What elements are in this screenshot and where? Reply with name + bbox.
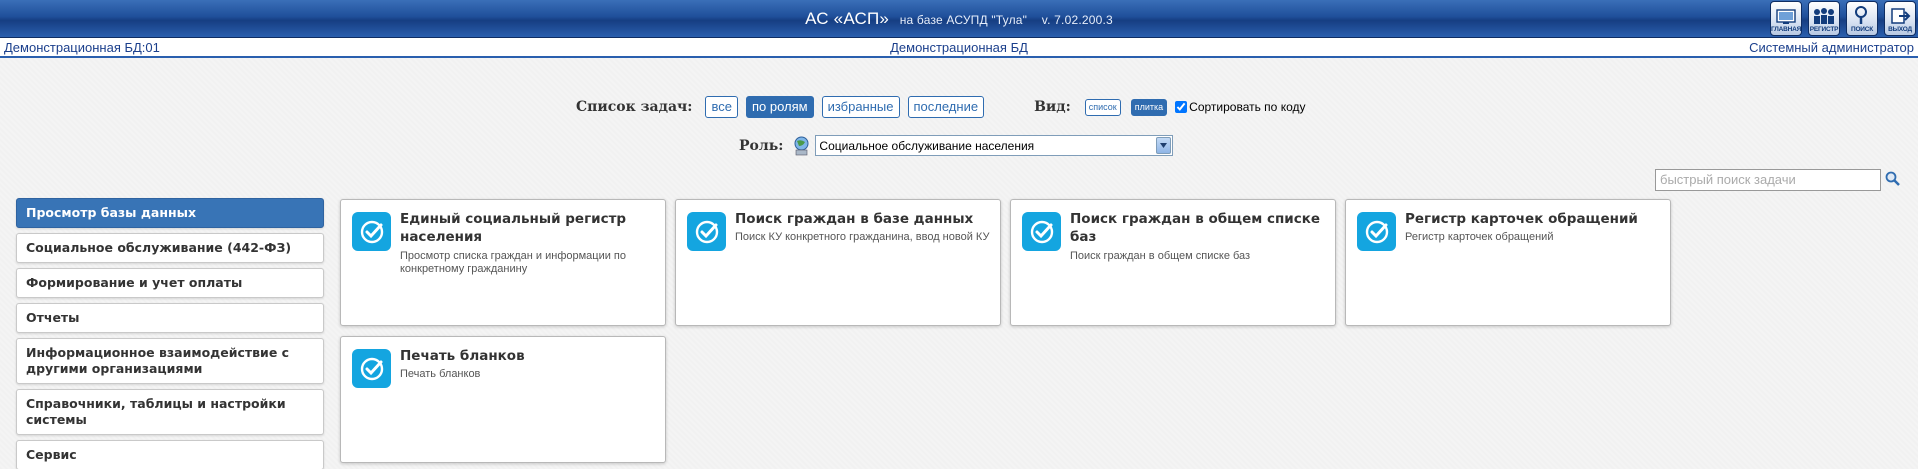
task-tile-description: Поиск граждан в общем списке баз xyxy=(1070,250,1251,262)
task-tile-title: Единый социальный регистр населения xyxy=(400,211,627,245)
task-tile-title: Поиск граждан в базе данных xyxy=(735,211,974,227)
quick-search-input[interactable]: быстрый поиск задачи xyxy=(1655,169,1881,191)
role-select[interactable]: Социальное обслуживание населения xyxy=(815,135,1174,156)
sort-by-code-checkbox[interactable] xyxy=(1175,101,1188,113)
sidebar-item-payments[interactable]: Формирование и учет оплаты xyxy=(16,268,324,298)
sidebar-item-references[interactable]: Справочники, таблицы и настройки системы xyxy=(16,389,324,435)
home-button-label: главная xyxy=(1770,26,1802,33)
app-title-main: АС «АСП» xyxy=(805,9,890,28)
database-name: Демонстрационная БД xyxy=(890,40,1028,55)
sort-by-code-label: Сортировать по коду xyxy=(1189,100,1306,114)
checkmark-icon xyxy=(1357,212,1396,251)
checkmark-icon xyxy=(1022,212,1061,251)
checkmark-icon xyxy=(687,212,726,251)
exit-button[interactable]: выход xyxy=(1884,1,1916,36)
exit-icon xyxy=(1891,8,1911,24)
filter-recent-button[interactable]: последние xyxy=(907,96,985,118)
view-label: Вид: xyxy=(1034,99,1071,115)
app-title: АС «АСП» на базе АСУПД "Тула" v. 7.02.20… xyxy=(0,9,1918,29)
home-button[interactable]: главная xyxy=(1770,1,1802,36)
task-tile-description: Просмотр списка граждан и информации по … xyxy=(400,250,626,275)
header-toolbar: главная регистр поиск выход xyxy=(1770,1,1916,36)
filter-by-roles-button[interactable]: по ролям xyxy=(745,96,814,118)
task-tile-description: Регистр карточек обращений xyxy=(1405,231,1554,243)
exit-button-label: выход xyxy=(1888,26,1912,33)
task-tile-title: Поиск граждан в общем списке баз xyxy=(1070,211,1321,245)
user-name: Системный администратор xyxy=(1749,40,1914,55)
sidebar-item-database-view[interactable]: Просмотр базы данных xyxy=(16,198,324,228)
role-row: Роль: Социальное обслуживание населения xyxy=(739,135,1174,156)
task-tile[interactable]: Поиск граждан в общем списке баз Поиск г… xyxy=(1010,199,1336,326)
task-tile-title: Регистр карточек обращений xyxy=(1405,211,1638,227)
sidebar-item-interaction[interactable]: Информационное взаимодействие с другими … xyxy=(16,338,324,384)
role-select-value: Социальное обслуживание населения xyxy=(819,138,1035,153)
checkmark-icon xyxy=(352,349,391,388)
task-tile-title: Печать бланков xyxy=(400,348,525,364)
search-icon[interactable] xyxy=(1885,171,1901,187)
task-tile-description: Поиск КУ конкретного гражданина, ввод но… xyxy=(735,231,990,243)
registry-icon xyxy=(1814,8,1834,24)
role-label: Роль: xyxy=(739,137,784,154)
sidebar-item-social-service[interactable]: Социальное обслуживание (442-ФЗ) xyxy=(16,233,324,263)
view-list-button[interactable]: список xyxy=(1084,98,1121,116)
task-tile[interactable]: Регистр карточек обращений Регистр карто… xyxy=(1345,199,1671,326)
info-bar: Демонстрационная БД:01 Демонстрационная … xyxy=(0,38,1918,58)
sidebar-item-reports[interactable]: Отчеты xyxy=(16,303,324,333)
category-sidebar: Просмотр базы данных Социальное обслужив… xyxy=(16,198,324,469)
task-tile[interactable]: Поиск граждан в базе данных Поиск КУ кон… xyxy=(675,199,1001,326)
search-button[interactable]: поиск xyxy=(1846,1,1878,36)
task-tile-description: Печать бланков xyxy=(400,368,481,380)
tasks-label: Список задач: xyxy=(576,99,693,115)
registry-button-label: регистр xyxy=(1809,26,1839,33)
home-icon xyxy=(1776,9,1796,24)
search-icon xyxy=(1855,6,1867,24)
chevron-down-icon[interactable] xyxy=(1156,137,1172,154)
task-tile[interactable]: Единый социальный регистр населения Прос… xyxy=(340,199,666,326)
role-globe-icon xyxy=(794,136,809,155)
filter-favorites-button[interactable]: избранные xyxy=(821,96,900,118)
sidebar-item-service[interactable]: Сервис xyxy=(16,440,324,469)
filter-all-button[interactable]: все xyxy=(705,96,738,118)
task-tile[interactable]: Печать бланков Печать бланков xyxy=(340,336,666,463)
search-button-label: поиск xyxy=(1850,26,1874,33)
registry-button[interactable]: регистр xyxy=(1808,1,1840,36)
task-filter-row: Список задач: все по ролям избранные пос… xyxy=(576,95,1306,119)
app-header: АС «АСП» на базе АСУПД "Тула" v. 7.02.20… xyxy=(0,0,1918,38)
app-title-sub: на базе АСУПД "Тула" xyxy=(899,13,1028,27)
checkmark-icon xyxy=(352,212,391,251)
view-tile-button[interactable]: плитка xyxy=(1130,98,1168,116)
app-version: v. 7.02.200.3 xyxy=(1041,13,1113,27)
